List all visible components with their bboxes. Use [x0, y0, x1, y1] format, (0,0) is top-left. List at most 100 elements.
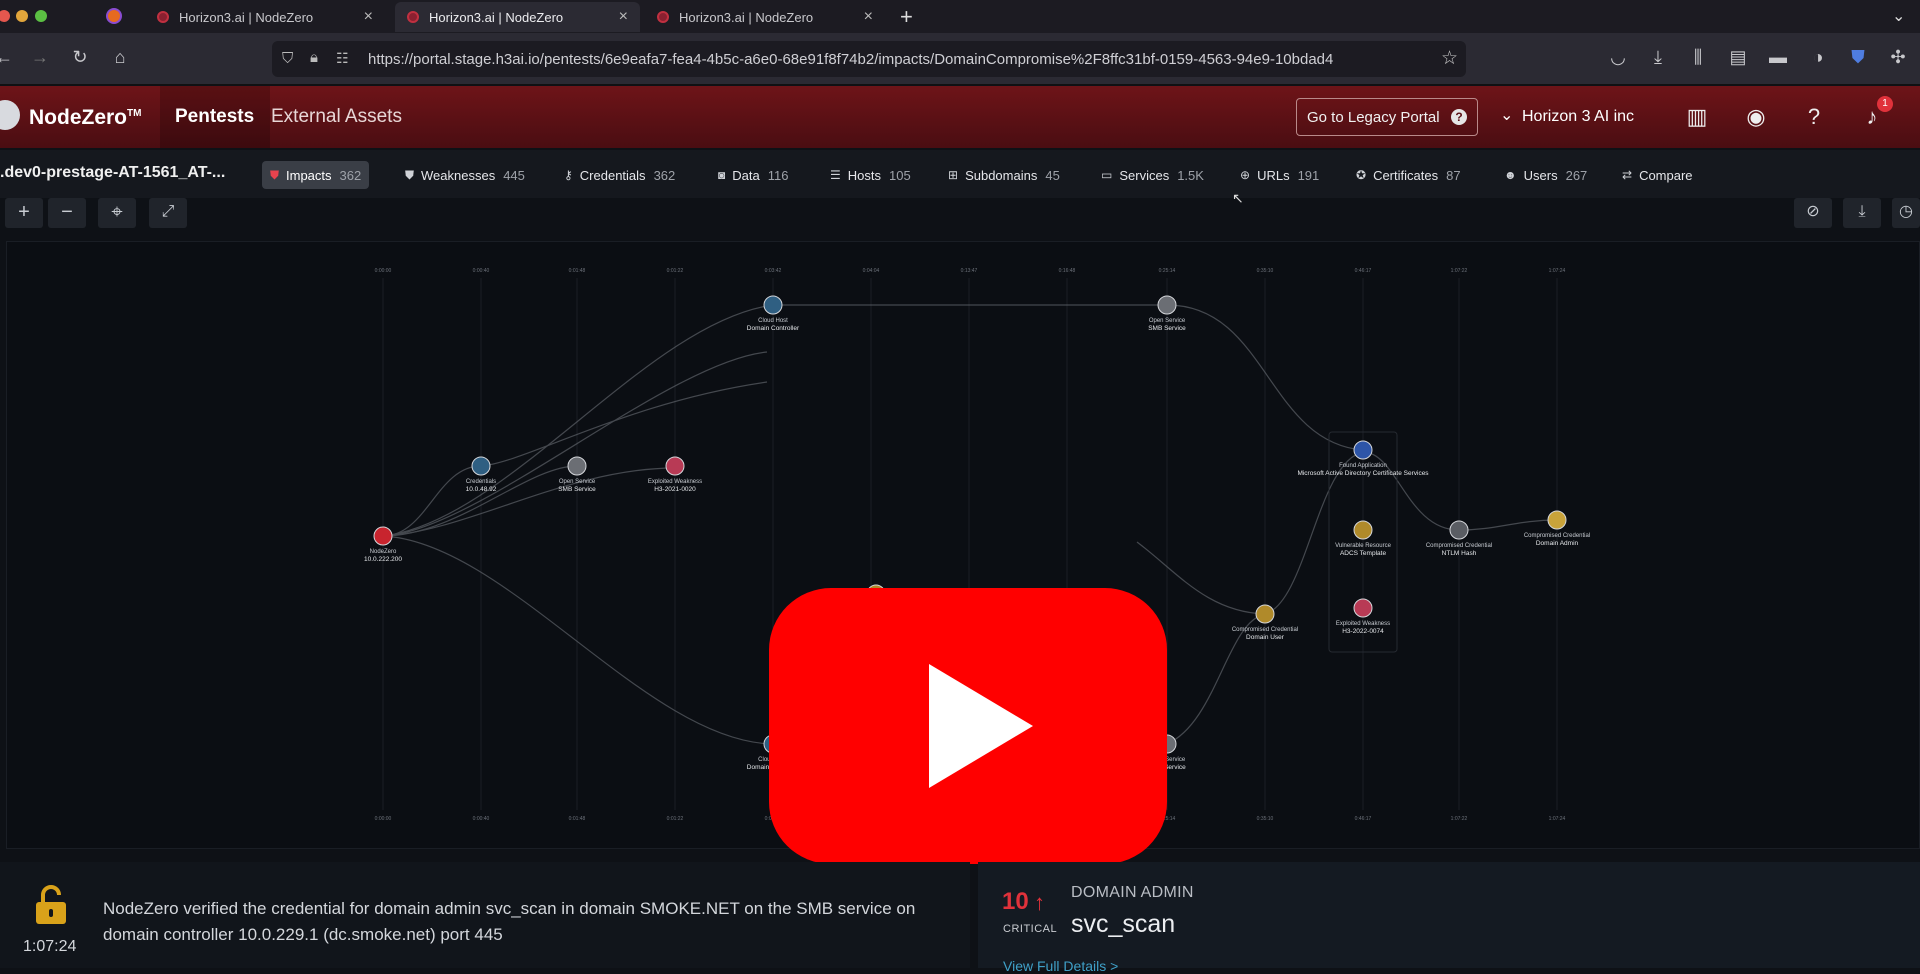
home-icon[interactable]: ⌂ — [108, 47, 132, 68]
sidebar-icon[interactable]: ▤ — [1726, 47, 1750, 68]
graph-node[interactable]: Exploited WeaknessH3-2022-0074 — [1336, 598, 1390, 635]
url-bar[interactable]: ⛉ 🔒︎ ☷ https://portal.stage.h3ai.io/pent… — [272, 41, 1466, 77]
graph-node-title: Domain Admin — [1536, 540, 1579, 547]
graph-node-circle[interactable] — [1157, 295, 1177, 315]
window-close-dot[interactable] — [0, 10, 10, 22]
hide-icon-button[interactable]: ⊘ — [1794, 198, 1832, 228]
graph-edge — [382, 304, 774, 537]
graph-node-circle[interactable] — [1449, 520, 1469, 540]
fullscreen-button[interactable]: ⤢ — [149, 198, 187, 228]
library-icon[interactable]: ⫼ — [1686, 47, 1710, 68]
lock-icon[interactable]: 🔒︎ — [310, 49, 318, 66]
window-minimize-dot[interactable] — [16, 10, 28, 22]
bitwarden-icon[interactable]: ⛊ — [1846, 47, 1870, 68]
tab-title: Horizon3.ai | NodeZero — [429, 9, 564, 25]
tab-users[interactable]: ☻ Users 267 — [1496, 161, 1595, 189]
download-graph-button[interactable]: ⤓ — [1843, 198, 1881, 228]
zoom-in-button[interactable]: + — [5, 198, 43, 228]
graph-node-circle[interactable] — [1255, 604, 1275, 624]
graph-edge — [382, 535, 774, 745]
tab-impacts[interactable]: ⛊ Impacts 362 — [262, 161, 370, 189]
graph-node[interactable]: Credentials10.0.48.92 — [466, 456, 497, 493]
reload-icon[interactable]: ↻ — [68, 47, 92, 68]
graph-node-circle[interactable] — [1353, 440, 1373, 460]
browser-tab-3[interactable]: Horizon3.ai | NodeZero × — [645, 2, 885, 32]
graph-node-circle[interactable] — [1547, 510, 1567, 530]
tab-list-chevron-icon[interactable]: ⌄ — [1892, 6, 1905, 26]
tab-hosts[interactable]: ☰ Hosts 105 — [822, 161, 919, 189]
center-graph-button[interactable]: ⌖ — [98, 198, 136, 228]
new-tab-button[interactable]: + — [900, 4, 913, 30]
graph-node[interactable]: Cloud HostDomain Controller — [747, 295, 800, 332]
firefox-icon[interactable] — [106, 8, 122, 24]
tab-urls[interactable]: ⊕ URLs 191 — [1232, 161, 1327, 189]
graph-node[interactable]: NodeZero10.0.222.200 — [364, 526, 402, 563]
graph-node-title: SMB Service — [558, 486, 596, 493]
tab-compare[interactable]: ⇄ Compare — [1614, 161, 1701, 189]
org-selector[interactable]: Horizon 3 AI inc — [1522, 108, 1634, 126]
timeline-label: 0:00:40 — [473, 268, 490, 274]
palette-icon[interactable]: ◉ — [1741, 102, 1771, 132]
graph-node-type: Exploited Weakness — [648, 479, 702, 485]
graph-node[interactable]: Found ApplicationMicrosoft Active Direct… — [1297, 440, 1429, 477]
graph-node-circle[interactable] — [1353, 598, 1373, 618]
extension-icon[interactable]: ▬ — [1766, 47, 1790, 68]
tab-subdomains[interactable]: ⊞ Subdomains 45 — [940, 161, 1068, 189]
extension-globe-icon[interactable]: ◑ — [1806, 47, 1830, 68]
project-name[interactable]: .dev0-prestage-AT-1561_AT-... — [0, 164, 225, 182]
graph-node[interactable]: Compromised CredentialDomain Admin — [1524, 510, 1590, 547]
graph-node-circle[interactable] — [373, 526, 393, 546]
notification-badge: 1 — [1877, 96, 1893, 112]
url-text[interactable]: https://portal.stage.h3ai.io/pentests/6e… — [368, 51, 1428, 68]
tab-credentials[interactable]: ⚷ Credentials 362 — [556, 161, 683, 189]
tab-services[interactable]: ▭ Services 1.5K — [1093, 161, 1212, 189]
pocket-icon[interactable]: ◡ — [1606, 47, 1630, 68]
permissions-icon[interactable]: ☷ — [336, 50, 349, 67]
forward-icon[interactable]: → — [28, 47, 52, 68]
attack-path-graph[interactable]: 0:00:00 0:00:00 0:00:40 0:00:40 0:01:48 0:01:… — [6, 241, 1920, 864]
extensions-puzzle-icon[interactable]: ✣ — [1886, 47, 1910, 68]
youtube-play-button[interactable] — [769, 588, 1167, 864]
window-maximize-dot[interactable] — [35, 10, 47, 22]
tab-data[interactable]: ◙ Data 116 — [710, 161, 796, 189]
org-chevron-icon[interactable]: ⌄ — [1500, 105, 1513, 125]
browser-tab-2[interactable]: Horizon3.ai | NodeZero × — [395, 2, 640, 32]
graph-node-title: Microsoft Active Directory Certificate S… — [1297, 470, 1429, 477]
graph-node-circle[interactable] — [1353, 520, 1373, 540]
favicon-icon — [407, 11, 419, 23]
graph-node[interactable]: Open ServiceSMB Service — [558, 456, 596, 493]
zoom-out-button[interactable]: − — [48, 198, 86, 228]
graph-node-circle[interactable] — [763, 295, 783, 315]
graph-node[interactable]: Exploited WeaknessH3-2021-0020 — [648, 456, 702, 493]
back-icon[interactable]: ← — [0, 47, 16, 68]
graph-node-circle[interactable] — [567, 456, 587, 476]
graph-node-type: Open Service — [559, 479, 596, 485]
timeline-label: 0:01:48 — [569, 268, 586, 274]
close-icon[interactable]: × — [864, 8, 873, 26]
timeline-label: 0:35:10 — [1257, 816, 1274, 822]
graph-node-title: Domain Controller — [747, 325, 800, 332]
close-icon[interactable]: × — [364, 8, 373, 26]
graph-node[interactable]: Open ServiceSMB Service — [1148, 295, 1186, 332]
close-icon[interactable]: × — [619, 8, 628, 26]
map-icon[interactable]: ▥ — [1682, 102, 1712, 132]
tab-certificates[interactable]: ✪ Certificates 87 — [1348, 161, 1469, 189]
bookmark-star-icon[interactable]: ☆ — [1441, 47, 1458, 70]
graph-node[interactable]: Compromised CredentialNTLM Hash — [1426, 520, 1492, 557]
help-circle-icon[interactable]: ? — [1799, 102, 1829, 132]
download-icon[interactable]: ⤓ — [1646, 47, 1670, 68]
nav-pentests[interactable]: Pentests — [160, 86, 270, 148]
timeline-label: 1:07:22 — [1451, 268, 1468, 274]
tracking-shield-icon[interactable]: ⛉ — [282, 50, 293, 67]
graph-node-circle[interactable] — [471, 456, 491, 476]
view-details-link[interactable]: View Full Details > — [1003, 958, 1118, 974]
graph-node[interactable]: Vulnerable ResourceADCS Template — [1335, 520, 1392, 557]
tab-weaknesses[interactable]: ⛊ Weaknesses 445 — [397, 161, 533, 189]
arrow-up-icon: ↑ — [1034, 890, 1045, 915]
browser-tab-1[interactable]: Horizon3.ai | NodeZero × — [145, 2, 385, 32]
graph-node-circle[interactable] — [665, 456, 685, 476]
timeline-button[interactable]: ◷ — [1892, 198, 1920, 228]
nav-external-assets[interactable]: External Assets — [271, 106, 402, 128]
brand-name[interactable]: NodeZeroTM — [29, 106, 141, 130]
legacy-portal-button[interactable]: Go to Legacy Portal ? — [1296, 98, 1478, 136]
